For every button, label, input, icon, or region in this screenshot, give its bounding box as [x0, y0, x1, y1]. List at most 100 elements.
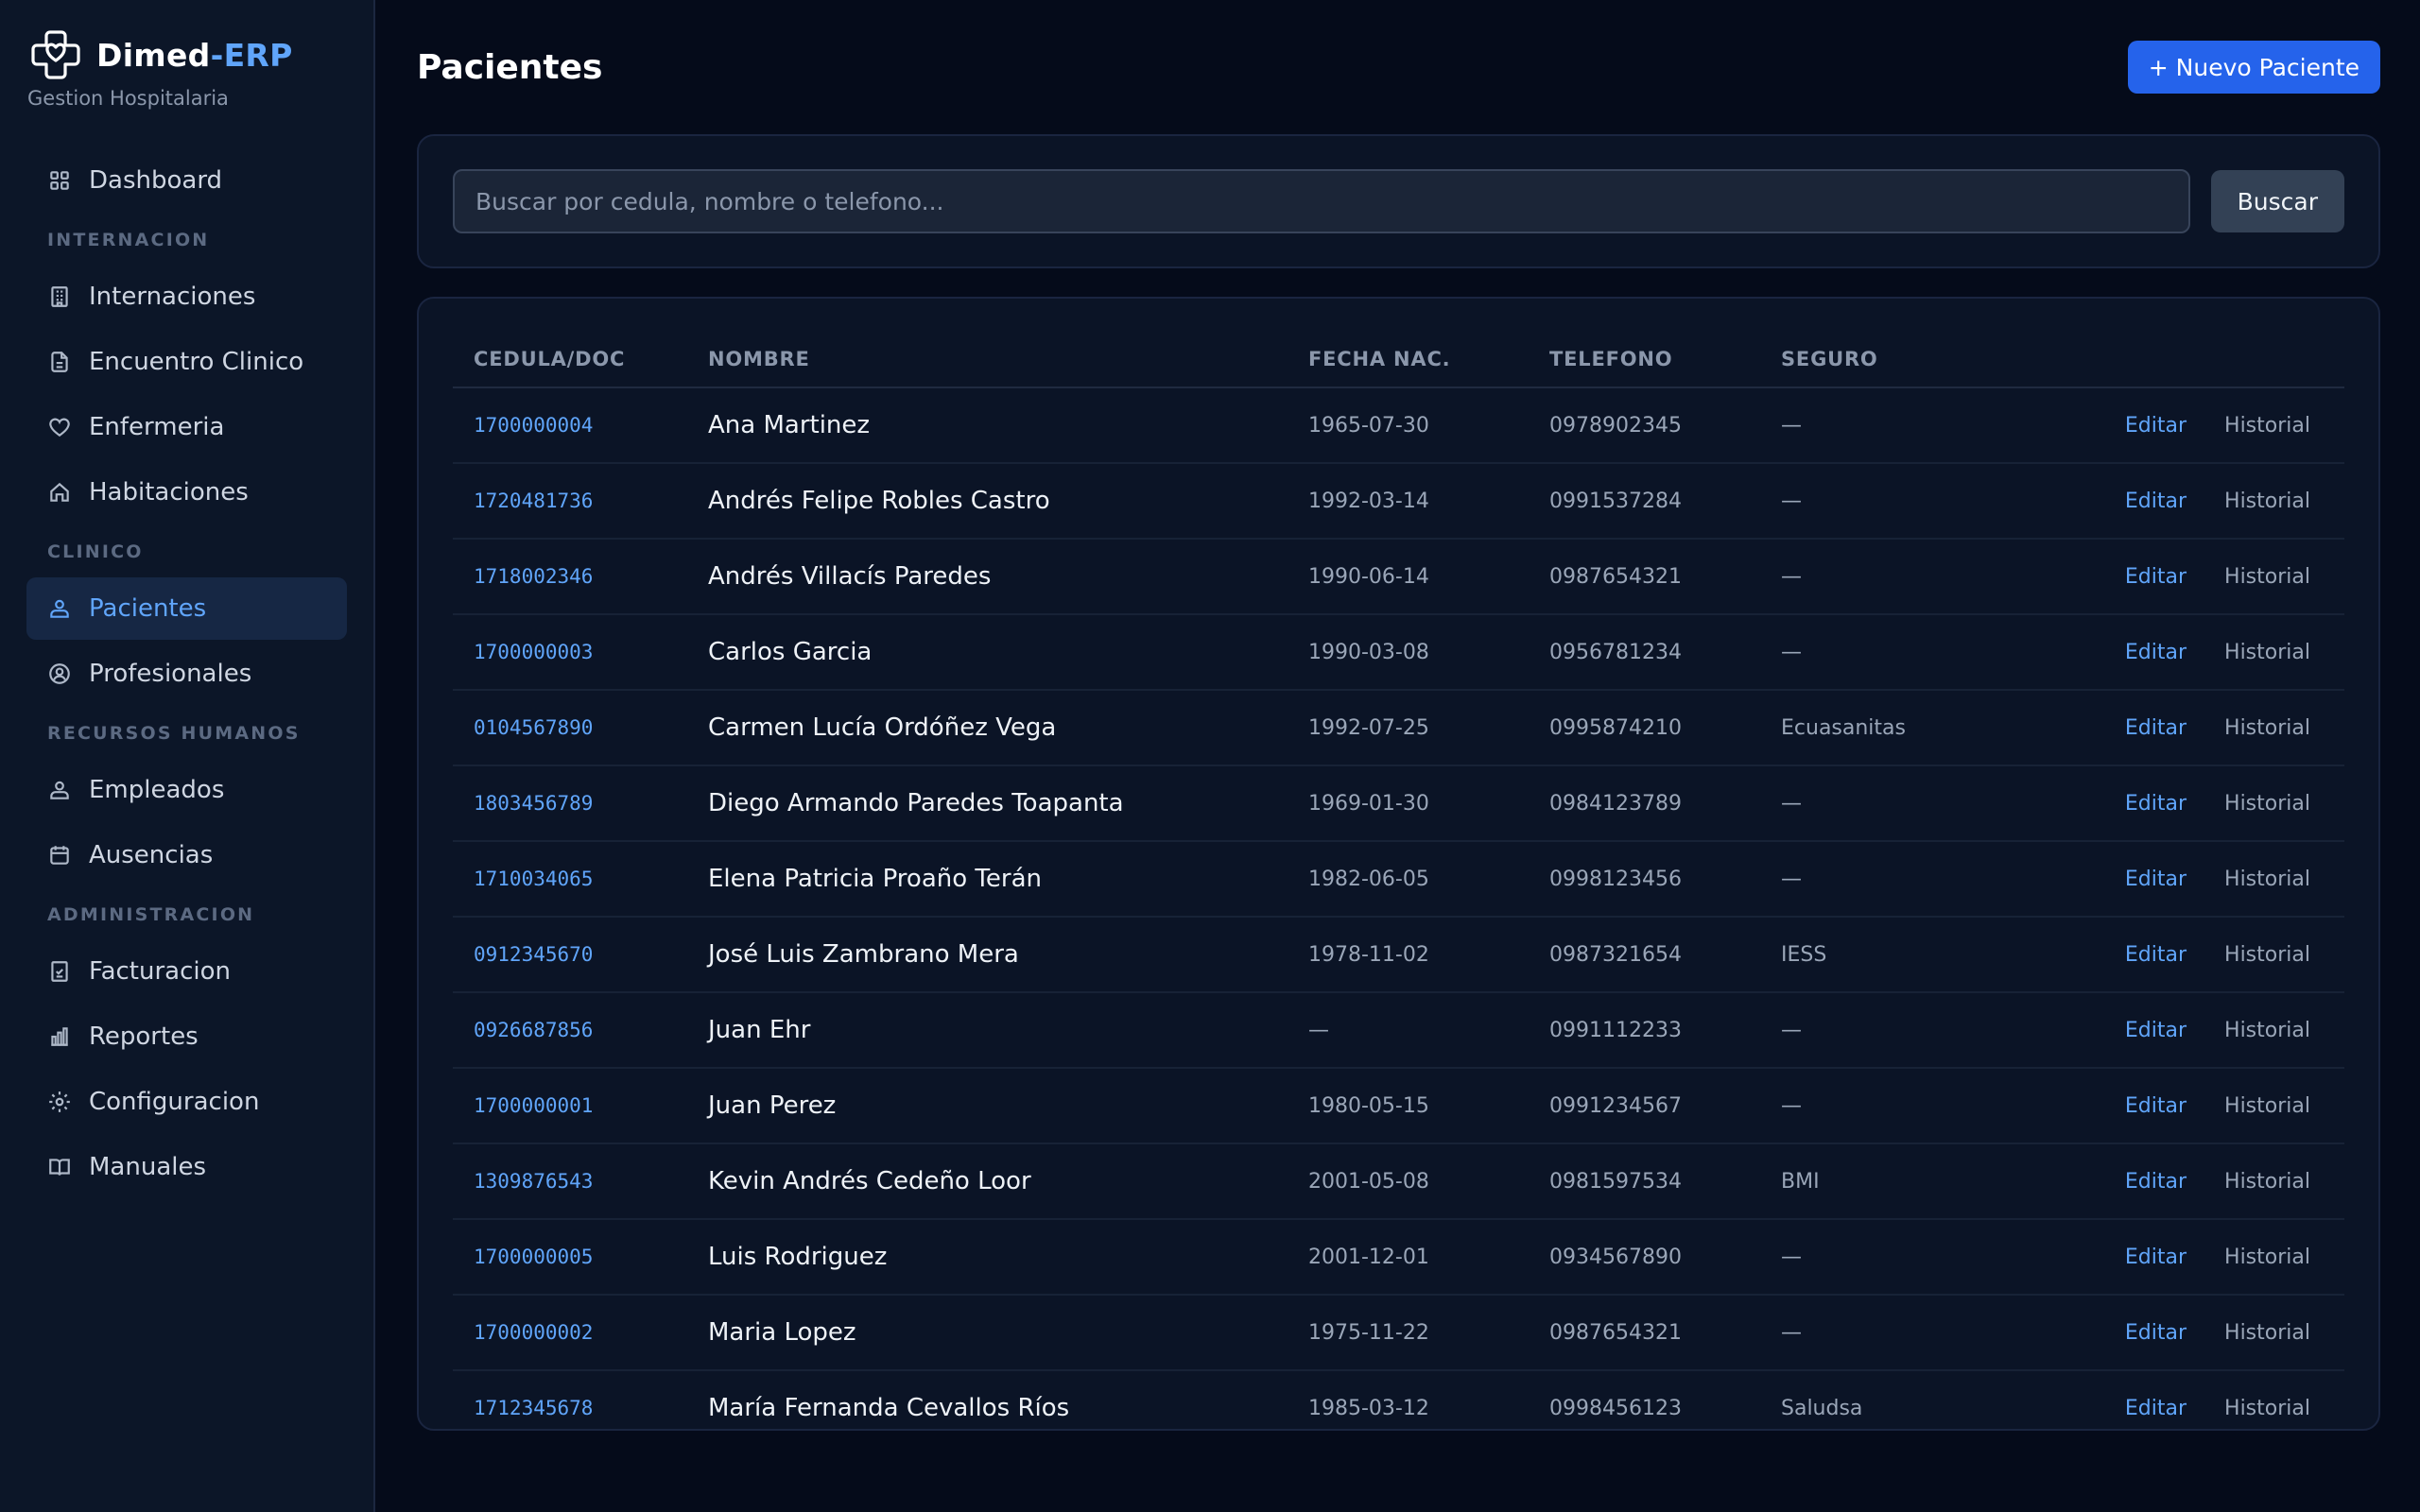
sidebar: Dimed-ERP Gestion Hospitalaria Dashboard…	[0, 0, 375, 1512]
history-link[interactable]: Historial	[2224, 490, 2310, 513]
cell-actions: Editar Historial	[2027, 1295, 2344, 1371]
employees-icon	[47, 778, 72, 802]
table-row[interactable]: 1700000004 Ana Martinez 1965-07-30 09789023…	[453, 387, 2344, 464]
cell-cedula: 1700000003	[453, 614, 708, 691]
history-link[interactable]: Historial	[2224, 1094, 2310, 1118]
heart-icon	[47, 415, 72, 439]
section-recursos-humanos: RECURSOS HUMANOS	[47, 723, 301, 744]
cell-seguro: —	[1781, 1219, 2027, 1296]
history-link[interactable]: Historial	[2224, 1321, 2310, 1345]
history-link[interactable]: Historial	[2224, 1170, 2310, 1194]
edit-link[interactable]: Editar	[2125, 641, 2187, 664]
sidebar-item-encuentro-clinico[interactable]: Encuentro Clinico	[26, 331, 347, 393]
table-row[interactable]: 1309876543 Kevin Andrés Cedeño Loor 2001-0…	[453, 1143, 2344, 1220]
sidebar-item-enfermeria[interactable]: Enfermeria	[26, 396, 347, 458]
table-row[interactable]: 0912345670 José Luis Zambrano Mera 1978-11…	[453, 917, 2344, 993]
cell-fecha-nacimiento: 1965-07-30	[1308, 387, 1549, 464]
dashboard-grid-icon	[47, 168, 72, 193]
history-link[interactable]: Historial	[2224, 716, 2310, 740]
table-row[interactable]: 1720481736 Andrés Felipe Robles Castro 199…	[453, 463, 2344, 540]
search-input[interactable]	[453, 169, 2190, 233]
sidebar-item-habitaciones[interactable]: Habitaciones	[26, 461, 347, 524]
sidebar-item-manuales[interactable]: Manuales	[26, 1136, 347, 1198]
table-row[interactable]: 0104567890 Carmen Lucía Ordóñez Vega 1992-…	[453, 690, 2344, 766]
table-row[interactable]: 1700000001 Juan Perez 1980-05-15 0991234567…	[453, 1068, 2344, 1144]
medical-cross-logo-icon	[26, 26, 85, 84]
table-row[interactable]: 1700000005 Luis Rodriguez 2001-12-01 093456…	[453, 1219, 2344, 1296]
history-link[interactable]: Historial	[2224, 943, 2310, 967]
sidebar-item-pacientes[interactable]: Pacientes	[26, 577, 347, 640]
sidebar-item-dashboard[interactable]: Dashboard	[26, 149, 347, 212]
edit-link[interactable]: Editar	[2125, 868, 2187, 891]
cell-actions: Editar Historial	[2027, 1219, 2344, 1296]
cell-cedula: 1700000004	[453, 387, 708, 464]
table-row[interactable]: 1700000003 Carlos Garcia 1990-03-08 0956781…	[453, 614, 2344, 691]
edit-link[interactable]: Editar	[2125, 792, 2187, 816]
edit-link[interactable]: Editar	[2125, 716, 2187, 740]
cell-nombre: María Fernanda Cevallos Ríos	[708, 1370, 1308, 1429]
edit-link[interactable]: Editar	[2125, 943, 2187, 967]
edit-link[interactable]: Editar	[2125, 1094, 2187, 1118]
building-icon	[47, 284, 72, 309]
cell-telefono: 0987654321	[1549, 539, 1781, 615]
edit-link[interactable]: Editar	[2125, 490, 2187, 513]
cell-actions: Editar Historial	[2027, 841, 2344, 918]
cell-cedula: 1700000002	[453, 1295, 708, 1371]
edit-link[interactable]: Editar	[2125, 1170, 2187, 1194]
table-row[interactable]: 1712345678 María Fernanda Cevallos Ríos 19…	[453, 1370, 2344, 1429]
history-link[interactable]: Historial	[2224, 641, 2310, 664]
sidebar-item-internaciones[interactable]: Internaciones	[26, 266, 347, 328]
section-internacion: INTERNACION	[47, 230, 210, 250]
table-row[interactable]: 1803456789 Diego Armando Paredes Toapanta…	[453, 765, 2344, 842]
cell-nombre: Ana Martinez	[708, 387, 1308, 464]
cell-actions: Editar Historial	[2027, 992, 2344, 1069]
edit-link[interactable]: Editar	[2125, 1246, 2187, 1269]
new-patient-button[interactable]: + Nuevo Paciente	[2127, 41, 2380, 94]
cell-nombre: Juan Ehr	[708, 992, 1308, 1069]
cell-fecha-nacimiento: 1992-03-14	[1308, 463, 1549, 540]
edit-link[interactable]: Editar	[2125, 1019, 2187, 1042]
cell-telefono: 0998456123	[1549, 1370, 1781, 1429]
history-link[interactable]: Historial	[2224, 565, 2310, 589]
section-administracion: ADMINISTRACION	[47, 904, 255, 925]
book-icon	[47, 1155, 72, 1179]
cell-seguro: —	[1781, 387, 2027, 464]
edit-link[interactable]: Editar	[2125, 1397, 2187, 1420]
search-button[interactable]: Buscar	[2210, 170, 2344, 232]
history-link[interactable]: Historial	[2224, 1246, 2310, 1269]
history-link[interactable]: Historial	[2224, 1019, 2310, 1042]
cell-seguro: —	[1781, 539, 2027, 615]
sidebar-nav: Dashboard INTERNACION Internaciones Encu…	[26, 149, 347, 1198]
sidebar-item-facturacion[interactable]: Facturacion	[26, 940, 347, 1003]
edit-link[interactable]: Editar	[2125, 1321, 2187, 1345]
home-icon	[47, 480, 72, 505]
cell-telefono: 0991234567	[1549, 1068, 1781, 1144]
cell-actions: Editar Historial	[2027, 1068, 2344, 1144]
history-link[interactable]: Historial	[2224, 1397, 2310, 1420]
cell-nombre: Juan Perez	[708, 1068, 1308, 1144]
cell-nombre: Andrés Felipe Robles Castro	[708, 463, 1308, 540]
cell-actions: Editar Historial	[2027, 917, 2344, 993]
edit-link[interactable]: Editar	[2125, 565, 2187, 589]
patients-table: CEDULA/DOC NOMBRE FECHA NAC. TELEFONO SE…	[453, 319, 2344, 1429]
sidebar-item-empleados[interactable]: Empleados	[26, 759, 347, 821]
cell-fecha-nacimiento: 1985-03-12	[1308, 1370, 1549, 1429]
sidebar-item-label: Encuentro Clinico	[89, 348, 304, 376]
table-row[interactable]: 0926687856 Juan Ehr —0991112233— Editar Hist…	[453, 992, 2344, 1069]
sidebar-item-label: Manuales	[89, 1153, 207, 1181]
sidebar-item-ausencias[interactable]: Ausencias	[26, 824, 347, 886]
history-link[interactable]: Historial	[2224, 792, 2310, 816]
table-row[interactable]: 1718002346 Andrés Villacís Paredes 1990-06…	[453, 539, 2344, 615]
cell-seguro: IESS	[1781, 917, 2027, 993]
sidebar-item-reportes[interactable]: Reportes	[26, 1005, 347, 1068]
history-link[interactable]: Historial	[2224, 414, 2310, 438]
history-link[interactable]: Historial	[2224, 868, 2310, 891]
cell-fecha-nacimiento: 1990-06-14	[1308, 539, 1549, 615]
sidebar-item-configuracion[interactable]: Configuracion	[26, 1071, 347, 1133]
table-row[interactable]: 1700000002 Maria Lopez 1975-11-22 098765432…	[453, 1295, 2344, 1371]
edit-link[interactable]: Editar	[2125, 414, 2187, 438]
sidebar-item-profesionales[interactable]: Profesionales	[26, 643, 347, 705]
cell-telefono: 0984123789	[1549, 765, 1781, 842]
brand[interactable]: Dimed-ERP	[26, 26, 347, 83]
table-row[interactable]: 1710034065 Elena Patricia Proaño Terán 198…	[453, 841, 2344, 918]
